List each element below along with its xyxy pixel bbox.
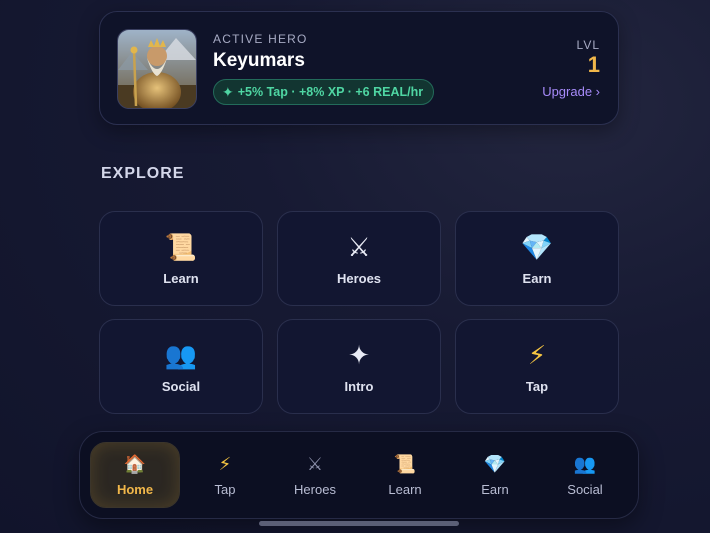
explore-section-title: EXPLORE [101,165,185,182]
hero-eyebrow-label: ACTIVE HERO [213,32,308,46]
tile-label: Heroes [336,270,382,286]
explore-tile-heroes[interactable]: ⚔ Heroes [277,211,441,306]
nav-item-earn[interactable]: 💎 Earn [450,442,540,508]
nav-item-heroes[interactable]: ⚔ Heroes [270,442,360,508]
active-hero-card[interactable]: ACTIVE HERO Keyumars ✦ +5% Tap · +8% XP … [99,11,619,125]
nav-label: Social [567,481,603,497]
house-icon: 🏠 [123,453,147,474]
tile-label: Intro [344,378,374,394]
tile-label: Social [161,378,201,394]
explore-tile-learn[interactable]: 📜 Learn [99,211,263,306]
crossed-swords-icon: ⚔ [347,231,371,262]
nav-label: Heroes [294,481,336,497]
nav-item-tap[interactable]: ⚡ Tap [180,442,270,508]
upgrade-link[interactable]: Upgrade › [542,84,600,99]
hero-portrait [117,29,197,109]
level-value: 1 [587,52,600,77]
nav-label: Earn [481,481,509,497]
sparkle-icon: ✦ [348,339,370,370]
scroll-icon: 📜 [393,453,417,474]
gem-icon: 💎 [520,231,554,262]
explore-tile-tap[interactable]: ⚡ Tap [455,319,619,414]
tile-label: Learn [163,270,199,286]
explore-tile-intro[interactable]: ✦ Intro [277,319,441,414]
level-label: LVL [576,38,600,52]
hero-name: Keyumars [213,50,305,71]
explore-tile-earn[interactable]: 💎 Earn [455,211,619,306]
lightning-icon: ⚡ [527,339,547,370]
hero-perks-text: +5% Tap · +8% XP · +6 REAL/hr [237,85,424,99]
nav-label: Home [116,481,154,497]
scroll-icon: 📜 [164,231,198,262]
tile-label: Earn [522,270,552,286]
home-indicator-bar[interactable] [259,521,459,526]
hero-perks-badge: ✦ +5% Tap · +8% XP · +6 REAL/hr [213,79,435,105]
nav-label: Tap [214,481,236,497]
tile-label: Tap [525,378,549,394]
nav-item-learn[interactable]: 📜 Learn [360,442,450,508]
people-icon: 👥 [164,339,198,370]
gem-icon: 💎 [483,453,507,474]
crossed-swords-icon: ⚔ [306,453,324,474]
lightning-icon: ⚡ [218,453,232,474]
explore-tile-social[interactable]: 👥 Social [99,319,263,414]
nav-item-social[interactable]: 👥 Social [540,442,630,508]
bottom-navigation-bar: 🏠 Home ⚡ Tap ⚔ Heroes 📜 Learn 💎 Earn 👥 S… [79,431,639,519]
nav-label: Learn [388,481,422,497]
nav-item-home[interactable]: 🏠 Home [90,442,180,508]
people-icon: 👥 [573,453,597,474]
sparkle-icon: ✦ [222,83,234,100]
